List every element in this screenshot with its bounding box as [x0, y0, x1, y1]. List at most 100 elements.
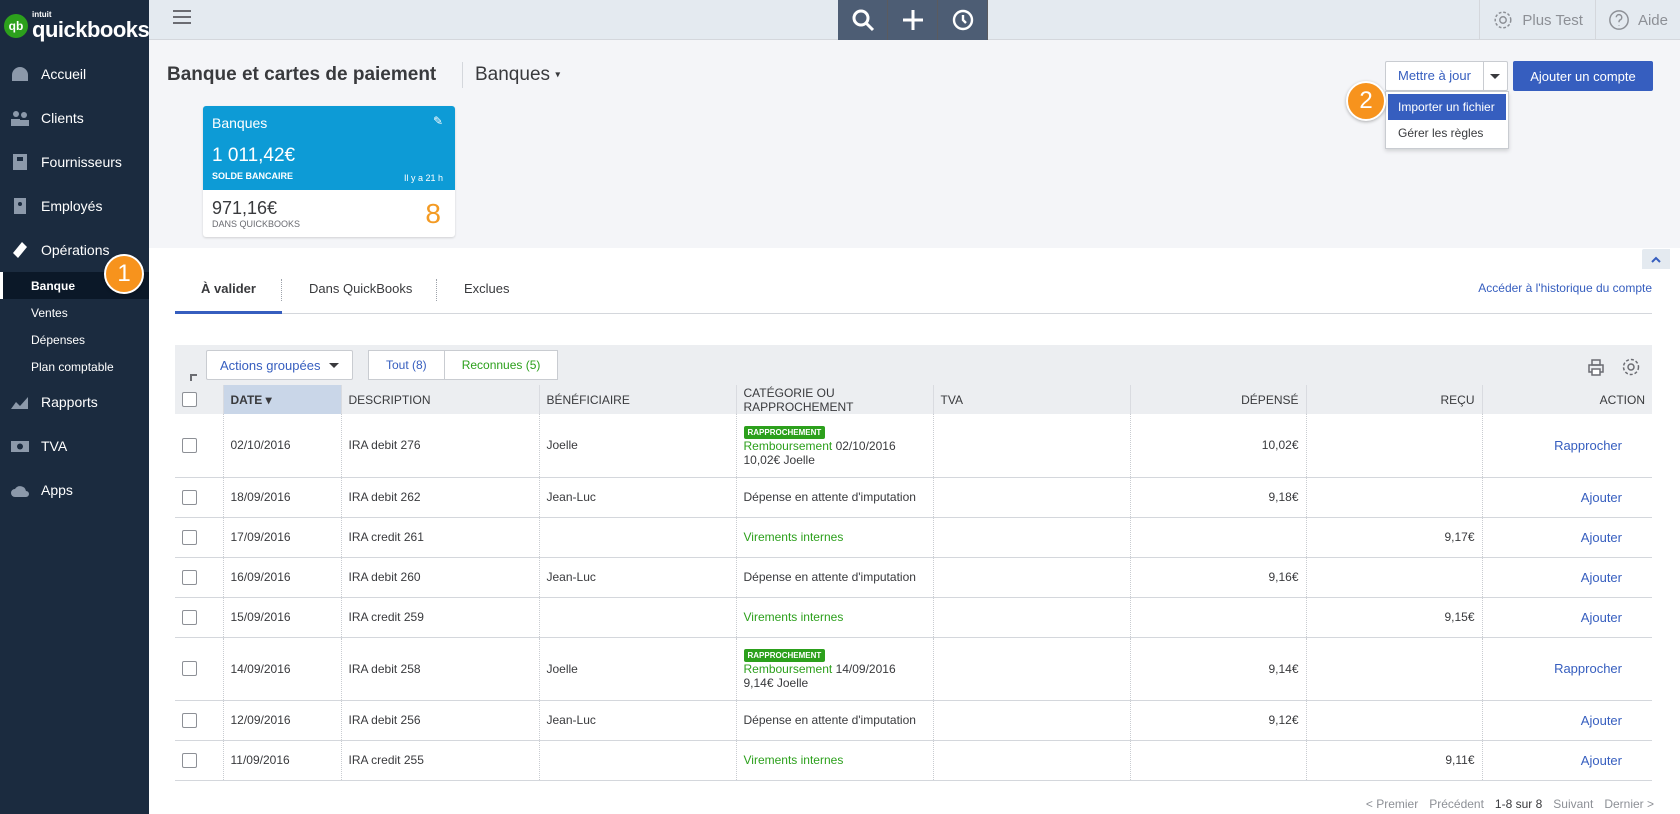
cell-category[interactable]: Virements internes	[736, 740, 934, 781]
row-checkbox[interactable]	[182, 661, 197, 677]
row-action-link[interactable]: Ajouter	[1581, 610, 1622, 625]
sidebar-item-tva[interactable]: TVA	[0, 424, 149, 468]
cell-category: Dépense en attente d'imputation	[736, 700, 934, 741]
table-row[interactable]: 12/09/2016 IRA debit 256 Jean-Luc Dépens…	[175, 700, 1652, 741]
row-action-link[interactable]: Ajouter	[1581, 530, 1622, 545]
add-account-button[interactable]: Ajouter un compte	[1513, 61, 1653, 91]
account-selector[interactable]: Banques ▾	[475, 64, 560, 86]
cell-date: 17/09/2016	[223, 517, 342, 558]
update-dropdown-toggle[interactable]	[1482, 62, 1507, 90]
pager-first[interactable]: < Premier	[1366, 797, 1418, 811]
cell-description: IRA credit 259	[341, 597, 540, 638]
tab-dans-quickbooks[interactable]: Dans QuickBooks	[309, 271, 412, 314]
table-toolbar: Actions groupées Tout (8) Reconnues (5)	[175, 345, 1652, 385]
gear-icon[interactable]	[1621, 357, 1641, 377]
settings-button[interactable]: Plus Test	[1479, 0, 1595, 40]
table-row[interactable]: 17/09/2016 IRA credit 261 Virements inte…	[175, 517, 1652, 558]
row-action-link[interactable]: Rapprocher	[1554, 438, 1622, 453]
sidebar-sub-plan-comptable[interactable]: Plan comptable	[0, 353, 149, 380]
row-checkbox[interactable]	[182, 569, 197, 585]
update-button[interactable]: Mettre à jour	[1386, 62, 1483, 90]
menu-item-import-file[interactable]: Importer un fichier	[1388, 94, 1506, 120]
pager-next[interactable]: Suivant	[1553, 797, 1593, 811]
column-header-payee[interactable]: BÉNÉFICIAIRE	[539, 385, 737, 414]
row-action-link[interactable]: Rapprocher	[1554, 661, 1622, 676]
cell-category: Dépense en attente d'imputation	[736, 557, 934, 598]
account-card[interactable]: Banques ✎ 1 011,42€ SOLDE BANCAIRE Il y …	[203, 106, 455, 237]
row-checkbox[interactable]	[182, 752, 197, 768]
table-row[interactable]: 18/09/2016 IRA debit 262 Jean-Luc Dépens…	[175, 477, 1652, 518]
hamburger-menu-icon[interactable]	[173, 10, 191, 26]
sidebar-sub-depenses[interactable]: Dépenses	[0, 326, 149, 353]
row-action-link[interactable]: Ajouter	[1581, 713, 1622, 728]
column-header-received[interactable]: REÇU	[1306, 385, 1483, 414]
print-icon[interactable]	[1586, 357, 1606, 377]
table-header-row: DATE ▾ DESCRIPTION BÉNÉFICIAIRE CATÉGORI…	[175, 385, 1652, 414]
row-action-link[interactable]: Ajouter	[1581, 753, 1622, 768]
suppliers-icon	[13, 154, 27, 170]
help-label: Aide	[1637, 11, 1668, 29]
row-action-link[interactable]: Ajouter	[1581, 490, 1622, 505]
title-divider	[462, 62, 463, 88]
filter-recognized-button[interactable]: Reconnues (5)	[444, 350, 559, 380]
row-checkbox[interactable]	[182, 529, 197, 545]
quickbooks-logo[interactable]: qb intuit quickbooks.	[4, 11, 155, 41]
sidebar-item-accueil[interactable]: Accueil	[0, 52, 149, 96]
row-checkbox[interactable]	[182, 489, 197, 505]
recent-button[interactable]	[938, 0, 988, 40]
column-header-date[interactable]: DATE ▾	[223, 385, 342, 414]
table-row[interactable]: 16/09/2016 IRA debit 260 Jean-Luc Dépens…	[175, 557, 1652, 598]
pager-previous[interactable]: Précédent	[1429, 797, 1484, 811]
column-header-action: ACTION	[1482, 385, 1652, 414]
create-button[interactable]	[888, 0, 938, 40]
table-row[interactable]: 02/10/2016 IRA debit 276 Joelle RAPPROCH…	[175, 414, 1652, 478]
sidebar-item-fournisseurs[interactable]: Fournisseurs	[0, 140, 149, 184]
pager-last[interactable]: Dernier >	[1604, 797, 1654, 811]
column-header-vat[interactable]: TVA	[933, 385, 1131, 414]
sidebar-item-rapports[interactable]: Rapports	[0, 380, 149, 424]
tab-a-valider[interactable]: À valider	[175, 271, 282, 314]
cell-received: 9,15€	[1306, 597, 1483, 638]
sidebar-item-label: Clients	[41, 110, 84, 126]
cell-category[interactable]: Virements internes	[736, 517, 934, 558]
match-link[interactable]: Remboursement	[744, 662, 833, 676]
match-link[interactable]: Remboursement	[744, 439, 833, 453]
step-callout-2: 2	[1346, 81, 1386, 121]
sidebar-sub-ventes[interactable]: Ventes	[0, 299, 149, 326]
update-dropdown-menu: Importer un fichier Gérer les règles	[1385, 91, 1509, 149]
table-row[interactable]: 15/09/2016 IRA credit 259 Virements inte…	[175, 597, 1652, 638]
match-badge: RAPPROCHEMENT	[743, 649, 826, 662]
card-account-name: Banques	[212, 115, 268, 131]
cell-vat	[933, 557, 1131, 598]
menu-item-manage-rules[interactable]: Gérer les règles	[1388, 120, 1506, 146]
column-header-category[interactable]: CATÉGORIE OU RAPPROCHEMENT	[736, 385, 934, 414]
column-header-spent[interactable]: DÉPENSÉ	[1130, 385, 1307, 414]
corner-marker	[190, 374, 197, 381]
collapse-header-button[interactable]	[1642, 249, 1670, 269]
sidebar-item-label: Opérations	[41, 242, 110, 258]
cell-date: 15/09/2016	[223, 597, 342, 638]
help-button[interactable]: Aide	[1594, 0, 1680, 40]
cell-description: IRA debit 258	[341, 637, 540, 701]
operations-icon	[13, 242, 27, 258]
tab-exclues[interactable]: Exclues	[464, 271, 510, 314]
cell-payee: Joelle	[539, 414, 737, 478]
batch-actions-button[interactable]: Actions groupées	[206, 350, 354, 380]
table-row[interactable]: 11/09/2016 IRA credit 255 Virements inte…	[175, 740, 1652, 781]
row-checkbox[interactable]	[182, 712, 197, 728]
cell-category[interactable]: Virements internes	[736, 597, 934, 638]
sidebar-item-apps[interactable]: Apps	[0, 468, 149, 512]
sidebar-item-clients[interactable]: Clients	[0, 96, 149, 140]
account-history-link[interactable]: Accéder à l'historique du compte	[1478, 271, 1652, 305]
search-button[interactable]	[838, 0, 888, 40]
row-checkbox[interactable]	[182, 609, 197, 625]
select-all-checkbox[interactable]	[182, 392, 197, 408]
table-row[interactable]: 14/09/2016 IRA debit 258 Joelle RAPPROCH…	[175, 637, 1652, 701]
column-header-description[interactable]: DESCRIPTION	[341, 385, 540, 414]
sidebar-item-employes[interactable]: Employés	[0, 184, 149, 228]
row-checkbox[interactable]	[182, 437, 197, 453]
filter-all-button[interactable]: Tout (8)	[368, 350, 445, 380]
pagination: < Premier Précédent 1-8 sur 8 Suivant De…	[1366, 797, 1654, 811]
row-action-link[interactable]: Ajouter	[1581, 570, 1622, 585]
pencil-edit-icon[interactable]: ✎	[433, 114, 443, 128]
